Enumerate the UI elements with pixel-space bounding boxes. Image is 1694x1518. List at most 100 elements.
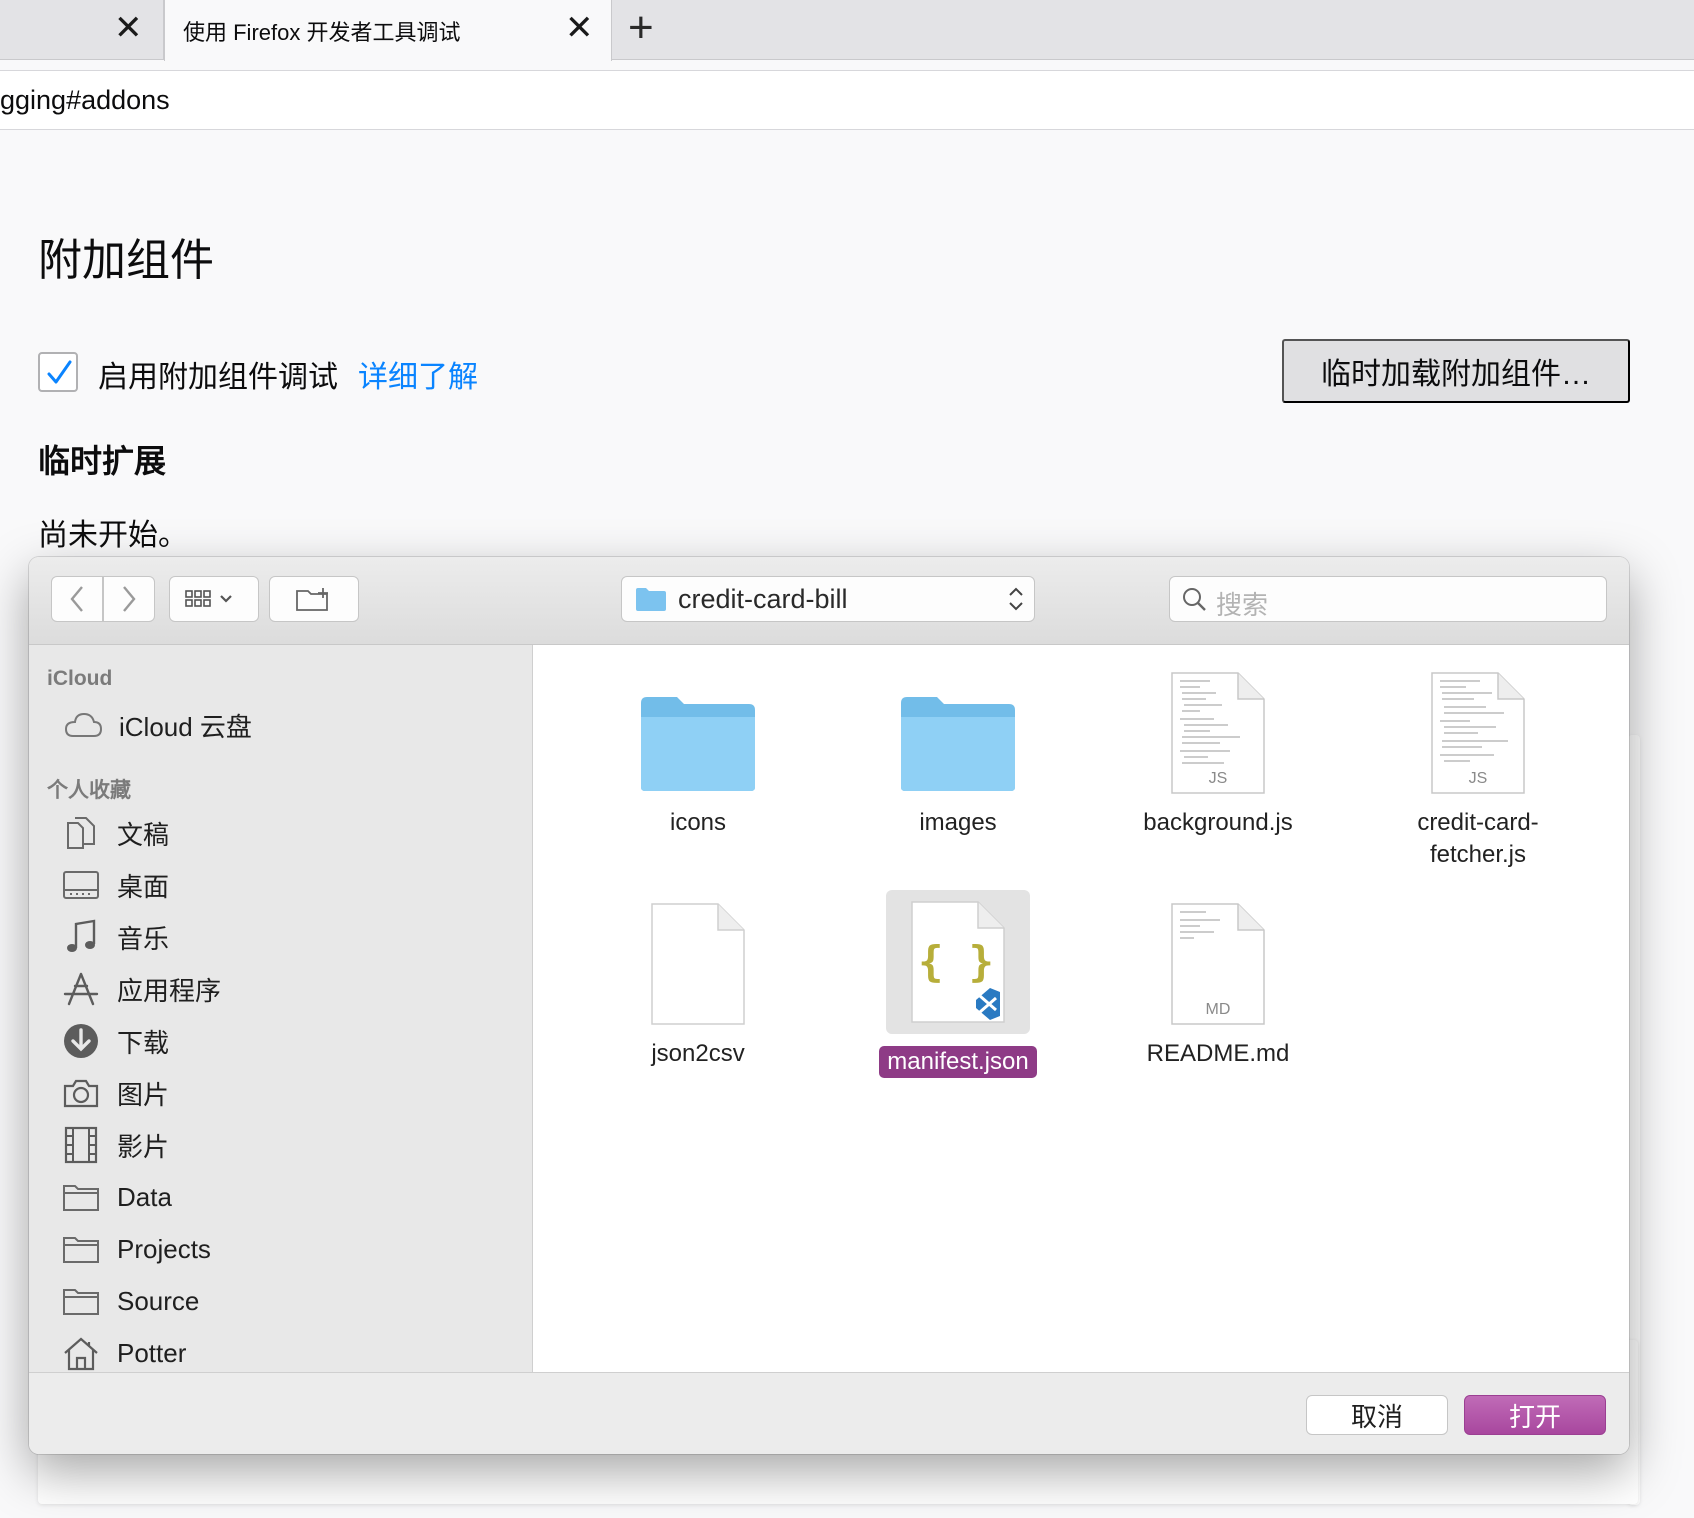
new-folder-icon bbox=[296, 588, 328, 611]
sidebar-item-desktop[interactable]: 桌面 bbox=[61, 863, 169, 907]
file-item[interactable]: JS background.js bbox=[1108, 667, 1328, 839]
cloud-icon bbox=[63, 705, 103, 745]
sidebar-item-icloud-drive[interactable]: iCloud 云盘 bbox=[63, 703, 252, 747]
folder-icon bbox=[61, 1281, 101, 1321]
folder-icon bbox=[636, 588, 666, 611]
sidebar-item-label: 图片 bbox=[117, 1079, 170, 1110]
tab-previous[interactable]: ✕ bbox=[0, 0, 164, 60]
cancel-button[interactable]: 取消 bbox=[1306, 1395, 1448, 1435]
file-browser-grid: icons images JS background.js JS credit-… bbox=[534, 645, 1629, 1372]
dialog-footer: 取消 打开 bbox=[29, 1372, 1629, 1454]
open-button[interactable]: 打开 bbox=[1464, 1395, 1606, 1435]
tab-title: 使用 Firefox 开发者工具调试 bbox=[183, 19, 461, 45]
chevron-right-icon bbox=[123, 586, 136, 612]
sidebar-item-home[interactable]: Potter bbox=[61, 1331, 186, 1375]
download-icon bbox=[61, 1021, 101, 1061]
home-icon bbox=[61, 1333, 101, 1373]
file-name: icons bbox=[669, 809, 727, 836]
grid-view-icon bbox=[185, 590, 232, 607]
json-file-icon: { } bbox=[911, 901, 1005, 1023]
view-options-button[interactable] bbox=[169, 576, 259, 622]
folder-path-popup[interactable]: credit-card-bill bbox=[621, 576, 1035, 622]
search-placeholder: 搜索 bbox=[1216, 590, 1269, 620]
tab-active[interactable]: 使用 Firefox 开发者工具调试 ✕ bbox=[164, 0, 612, 61]
js-file-icon: JS bbox=[1108, 667, 1328, 795]
folder-icon bbox=[61, 1177, 101, 1217]
sidebar-item-label: Source bbox=[117, 1285, 200, 1316]
enable-debug-label: 启用附加组件调试 bbox=[98, 361, 338, 394]
search-icon bbox=[1183, 588, 1206, 611]
film-icon bbox=[61, 1125, 101, 1165]
sidebar-item-projects[interactable]: Projects bbox=[61, 1227, 211, 1271]
dialog-toolbar: credit-card-bill 搜索 bbox=[29, 557, 1629, 645]
file-name-selected: manifest.json bbox=[879, 1046, 1037, 1078]
file-name: images bbox=[919, 809, 997, 836]
file-item[interactable]: icons bbox=[588, 667, 808, 839]
sidebar-item-label: 桌面 bbox=[117, 871, 170, 902]
new-tab-icon[interactable]: + bbox=[628, 6, 654, 50]
back-button[interactable] bbox=[51, 576, 103, 622]
close-tab-icon[interactable]: ✕ bbox=[114, 11, 143, 45]
sidebar-item-label: 应用程序 bbox=[117, 975, 222, 1006]
file-name: credit-card- fetcher.js bbox=[1417, 809, 1539, 868]
search-input[interactable]: 搜索 bbox=[1169, 576, 1607, 622]
new-folder-button[interactable] bbox=[269, 576, 359, 622]
music-note-icon bbox=[61, 917, 101, 957]
tab-bar: ✕ 使用 Firefox 开发者工具调试 ✕ + bbox=[0, 0, 1694, 61]
sidebar-item-label: 影片 bbox=[117, 1131, 170, 1162]
forward-button[interactable] bbox=[103, 576, 155, 622]
sidebar-item-movies[interactable]: 影片 bbox=[61, 1123, 169, 1167]
js-file-icon: JS bbox=[1368, 667, 1588, 795]
file-badge: MD bbox=[1206, 1001, 1231, 1018]
close-tab-icon[interactable]: ✕ bbox=[565, 11, 594, 45]
load-temporary-addon-button[interactable]: 临时加载附加组件… bbox=[1282, 339, 1630, 403]
file-item[interactable]: images bbox=[848, 667, 1068, 839]
sidebar-heading-icloud: iCloud bbox=[47, 667, 113, 690]
applications-icon bbox=[61, 969, 101, 1009]
folder-icon bbox=[61, 1229, 101, 1269]
up-down-chevron-icon bbox=[1009, 587, 1023, 611]
sidebar-item-music[interactable]: 音乐 bbox=[61, 915, 169, 959]
sidebar-heading-favorites: 个人收藏 bbox=[47, 779, 131, 802]
file-name: json2csv bbox=[651, 1040, 745, 1067]
sidebar-item-source[interactable]: Source bbox=[61, 1279, 199, 1323]
sidebar-item-data[interactable]: Data bbox=[61, 1175, 172, 1219]
file-badge: JS bbox=[1209, 770, 1228, 787]
json-braces-glyph: { } bbox=[918, 937, 994, 986]
camera-icon bbox=[61, 1073, 101, 1113]
temporary-extensions-heading: 临时扩展 bbox=[38, 443, 167, 479]
desktop-icon bbox=[61, 865, 101, 905]
folder-icon bbox=[848, 667, 1068, 795]
folder-icon bbox=[588, 667, 808, 795]
file-item[interactable]: json2csv bbox=[588, 898, 808, 1070]
md-file-icon: MD bbox=[1108, 898, 1328, 1026]
enable-debug-checkbox[interactable] bbox=[38, 352, 78, 392]
sidebar-item-label: 音乐 bbox=[117, 923, 170, 954]
sidebar-item-documents[interactable]: 文稿 bbox=[61, 811, 169, 855]
file-item[interactable]: JS credit-card- fetcher.js bbox=[1368, 667, 1588, 871]
learn-more-link[interactable]: 详细了解 bbox=[358, 352, 478, 396]
url-bar[interactable]: gging#addons bbox=[0, 70, 1694, 130]
sidebar-item-label: 文稿 bbox=[117, 819, 170, 850]
chevron-left-icon bbox=[70, 586, 83, 612]
current-folder-name: credit-card-bill bbox=[678, 583, 848, 614]
sidebar-item-label: 下载 bbox=[117, 1027, 170, 1058]
sidebar-item-applications[interactable]: 应用程序 bbox=[61, 967, 221, 1011]
not-started-text: 尚未开始。 bbox=[38, 519, 188, 552]
dialog-sidebar: iCloud iCloud 云盘 个人收藏 文稿 桌面 音乐 应用程序 下载 图… bbox=[29, 645, 533, 1372]
file-name: README.md bbox=[1146, 1040, 1290, 1067]
sidebar-item-pictures[interactable]: 图片 bbox=[61, 1071, 169, 1115]
sidebar-item-label: iCloud 云盘 bbox=[119, 711, 252, 742]
sidebar-item-label: Data bbox=[117, 1181, 172, 1212]
selection-highlight: { } bbox=[886, 890, 1030, 1034]
file-item[interactable]: MD README.md bbox=[1108, 898, 1328, 1070]
blank-file-icon bbox=[588, 898, 808, 1026]
file-badge: JS bbox=[1469, 770, 1488, 787]
sidebar-item-downloads[interactable]: 下载 bbox=[61, 1019, 169, 1063]
sidebar-item-label: Projects bbox=[117, 1233, 211, 1264]
url-text[interactable]: gging#addons bbox=[0, 85, 170, 116]
sidebar-item-label: Potter bbox=[117, 1337, 187, 1368]
file-item-selected[interactable]: { } manifest.json bbox=[848, 890, 1068, 1078]
documents-icon bbox=[61, 813, 101, 853]
file-name: background.js bbox=[1143, 809, 1293, 836]
